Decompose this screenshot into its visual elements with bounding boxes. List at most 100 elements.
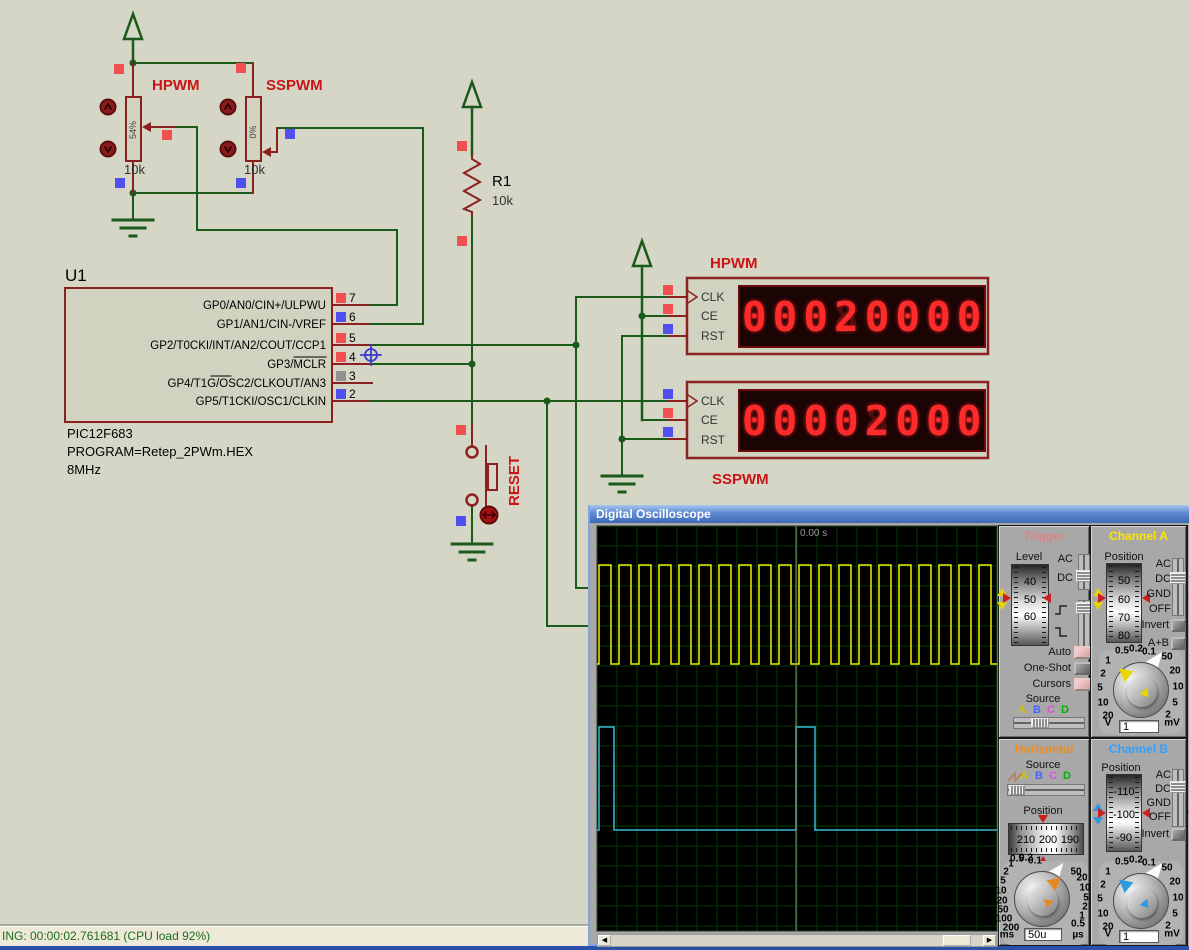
oscilloscope-titlebar[interactable]: Digital Oscilloscope <box>590 505 1189 523</box>
channel-a-aplusb-button[interactable] <box>1171 637 1186 650</box>
source-a-label: A <box>1018 704 1026 716</box>
dial-scale-label: 1 <box>1105 656 1111 667</box>
channel-a-invert-label: Invert <box>1141 619 1169 631</box>
channel-a-gnd-label: GND <box>1147 588 1171 600</box>
channel-a-title: Channel A <box>1091 529 1186 543</box>
pot-label-hpwm: HPWM <box>152 77 200 94</box>
counter-pin-label: CLK <box>701 394 724 408</box>
trigger-down-arrow-icon[interactable] <box>997 602 1007 610</box>
gauge-tick: 70 <box>1107 612 1141 624</box>
dial-scale-label: V <box>1105 718 1112 729</box>
mcu-pin-num: 2 <box>349 387 356 401</box>
mcu-pin-name: GP0/AN0/CIN+/ULPWU <box>203 300 326 312</box>
channel-a-position-gauge[interactable]: 50 60 70 80 <box>1106 563 1142 643</box>
channel-b-gnd-label: GND <box>1147 797 1171 809</box>
reset-push-button[interactable] <box>467 446 498 506</box>
counter-pin-label: RST <box>701 329 726 343</box>
timebase-scrollbar[interactable]: ◀ ▶ <box>597 934 997 947</box>
trigger-source-label: Source <box>1026 693 1061 705</box>
cursor-time-label: 0.00 s <box>800 528 827 539</box>
waveform-plot: 0.00 s <box>597 526 997 931</box>
one-shot-label: One-Shot <box>1024 662 1071 674</box>
source-b-label: B <box>1033 704 1041 716</box>
counter-pin-label: CE <box>701 309 718 323</box>
counter-hpwm-value: 00020000 <box>742 290 982 344</box>
counter-label-hpwm: HPWM <box>710 255 758 272</box>
horizontal-position-gauge[interactable]: 210 200 190 <box>1008 823 1084 855</box>
dial-scale-label: 10 <box>1097 698 1108 709</box>
dial-scale-label: 0.5 <box>1115 646 1129 657</box>
horizontal-source-handle[interactable] <box>1009 785 1025 795</box>
channel-b-coupling-handle[interactable] <box>1170 781 1186 793</box>
level-marker-right <box>1043 593 1051 603</box>
dial-scale-label: 0.5 <box>1115 857 1129 868</box>
auto-label: Auto <box>1048 646 1071 658</box>
gauge-tick: 40 <box>1012 576 1048 588</box>
status-bar: ING: 00:00:02.761681 (CPU load 92%) <box>0 926 588 946</box>
dial-scale-label: µs <box>1072 930 1083 941</box>
dial-scale-label: 0.5 <box>1071 919 1085 930</box>
mcu-pin-name: GP1/AN1/CIN-/VREF <box>217 319 326 331</box>
channel-a-coupling-handle[interactable] <box>1170 572 1186 584</box>
channel-b-value-box[interactable]: 1 <box>1119 930 1159 943</box>
dial-scale-label: 0.1 <box>1028 856 1042 867</box>
potentiometer-hpwm[interactable]: 54% <box>126 97 151 161</box>
simulation-status-text: ING: 00:00:02.761681 (CPU load 92%) <box>2 929 210 943</box>
counter-sspwm-display: 88888888 00002000 <box>742 394 982 448</box>
mcu-pin-num: 6 <box>349 310 356 324</box>
scroll-right-button[interactable]: ▶ <box>983 935 996 946</box>
counter-pin-label: CE <box>701 413 718 427</box>
channel-b-coupling-slider[interactable] <box>1172 769 1184 827</box>
channel-b-ac-label: AC <box>1156 769 1171 781</box>
dial-scale-label: mV <box>1164 718 1180 729</box>
source-d-label: D <box>1063 770 1071 782</box>
counter-pin-label: CLK <box>701 290 724 304</box>
gauge-tick: -110 <box>1107 786 1141 798</box>
falling-edge-icon <box>1053 625 1069 644</box>
trigger-level-gauge[interactable]: 40 50 60 <box>1011 564 1049 646</box>
rising-edge-icon <box>1053 603 1069 622</box>
gauge-tick: -100 <box>1107 809 1141 821</box>
trigger-source-slider[interactable] <box>1013 717 1085 729</box>
trigger-level-label: Level <box>1016 551 1042 563</box>
channel-a-position-label: Position <box>1104 551 1143 563</box>
cursors-label: Cursors <box>1032 678 1071 690</box>
gauge-tick: 50 <box>1107 575 1141 587</box>
resistor-r1[interactable] <box>464 155 480 215</box>
pot-wiper-percent: 0% <box>248 125 258 138</box>
channel-a-ac-label: AC <box>1156 558 1171 570</box>
reset-actuator[interactable] <box>481 507 498 524</box>
dial-scale-label: 5 <box>1172 909 1178 920</box>
counter-pin-label: RST <box>701 433 726 447</box>
dial-scale-label: mV <box>1164 929 1180 940</box>
channel-b-down-arrow-icon[interactable] <box>1093 817 1103 825</box>
channel-a-value-box[interactable]: 1 <box>1119 720 1159 733</box>
resistor-value: 10k <box>492 193 513 208</box>
counter-sspwm-value: 00002000 <box>742 394 982 448</box>
oscilloscope-window: Digital Oscilloscope 0.00 s ◀ ▶ Trigger … <box>588 505 1189 946</box>
channel-a-coupling-slider[interactable] <box>1172 558 1184 616</box>
trigger-ac-label: AC <box>1058 553 1073 565</box>
channel-b-invert-label: Invert <box>1141 828 1169 840</box>
source-d-label: D <box>1061 704 1069 716</box>
channel-b-off-label: OFF <box>1149 811 1171 823</box>
potentiometer-sspwm[interactable]: 0% <box>246 97 271 161</box>
gauge-tick: 210 <box>1017 834 1035 846</box>
position-marker-left <box>1098 593 1106 603</box>
channel-a-invert-button[interactable] <box>1171 619 1186 632</box>
channel-b-invert-button[interactable] <box>1171 828 1186 841</box>
scroll-left-button[interactable]: ◀ <box>598 935 611 946</box>
counter-hpwm-display: 88888888 00020000 <box>742 290 982 344</box>
channel-b-position-gauge[interactable]: -110 -100 -90 <box>1106 774 1142 852</box>
channel-a-section: Channel A Position 50 60 70 80 AC DC GND… <box>1090 525 1187 738</box>
mcu-ref: U1 <box>65 266 87 285</box>
oscilloscope-screen: 0.00 s <box>597 526 997 931</box>
horizontal-value-box[interactable]: 50u <box>1024 928 1062 941</box>
dial-scale-label: 10 <box>1172 893 1183 904</box>
trigger-source-handle[interactable] <box>1031 718 1049 728</box>
scroll-thumb[interactable] <box>943 935 971 946</box>
dial-scale-label: 0.1 <box>1142 647 1156 658</box>
mcu-pin-name: GP5/T1CKI/OSC1/CLKIN <box>196 396 326 408</box>
source-a-label: A <box>1020 770 1028 782</box>
channel-a-down-arrow-icon[interactable] <box>1093 602 1103 610</box>
